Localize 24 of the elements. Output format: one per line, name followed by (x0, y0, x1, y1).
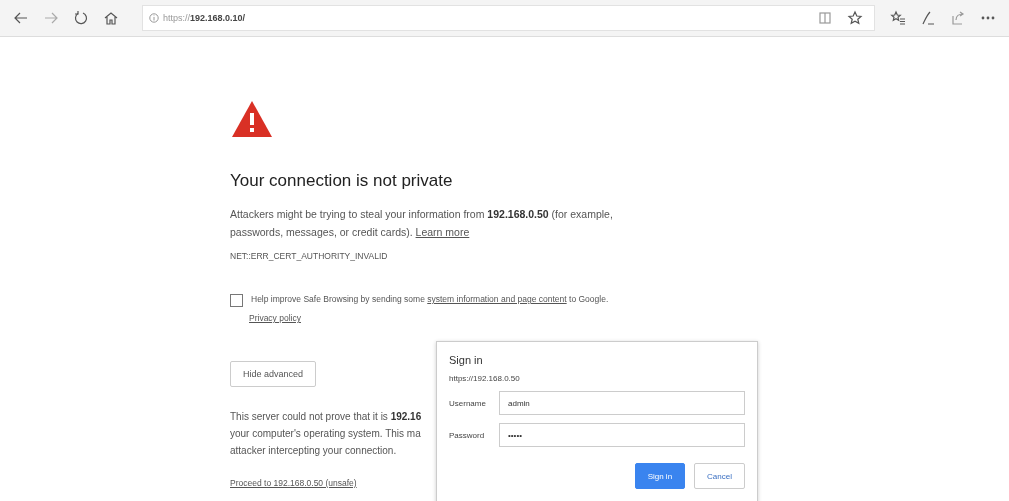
info-icon (149, 13, 159, 23)
learn-more-link[interactable]: Learn more (415, 226, 470, 238)
dialog-title: Sign in (449, 354, 484, 366)
system-info-link[interactable]: system information and page content (427, 294, 567, 304)
privacy-link[interactable]: Privacy policy (249, 313, 301, 323)
sign-in-button[interactable]: Sign in (634, 463, 686, 489)
hide-advanced-button[interactable]: Hide advanced (230, 361, 317, 387)
cancel-button[interactable]: Cancel (694, 463, 745, 489)
dialog-origin: https://192.168.0.50 (449, 374, 521, 383)
warning-icon (230, 99, 274, 139)
field-label: Username (449, 398, 487, 408)
checkbox[interactable] (230, 294, 243, 307)
page-title: Your connection is not private (230, 171, 454, 191)
input-field[interactable]: admin (499, 391, 745, 415)
advanced-text: attacker intercepting your connection. (230, 444, 397, 458)
advanced-text: your computer's operating system. This ma (230, 427, 421, 441)
input-field[interactable]: ••••• (499, 423, 745, 447)
field-label: Password (449, 430, 486, 440)
advanced-text: This server could not prove that it is 192.16 (230, 410, 422, 424)
address-url[interactable]: https://192.168.0.10/ (163, 13, 246, 23)
warning-text: Attackers might be trying to steal your information from 192.168.0.50 (for example, passwords, messages, or credit cards). Learn more (230, 207, 614, 240)
proceed-link[interactable]: Proceed to 192.168.0.50 (unsafe) (230, 478, 357, 488)
safe-browsing-text: Help improve Safe Browsing by sending some system information and page content to Google. (251, 293, 609, 306)
error-code: NET::ERR_CERT_AUTHORITY_INVALID (230, 251, 389, 261)
